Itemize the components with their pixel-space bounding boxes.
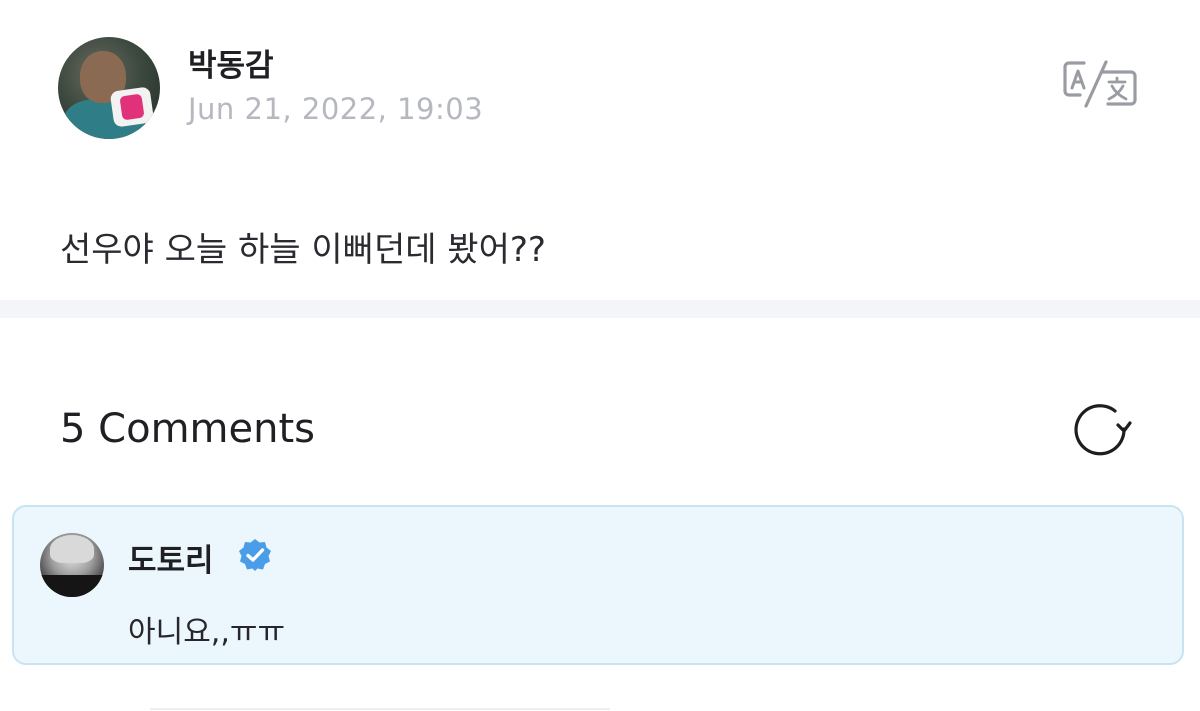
translate-button[interactable] <box>1062 58 1142 110</box>
comment-avatar[interactable] <box>40 533 104 597</box>
next-comment-divider <box>150 708 610 710</box>
author-name[interactable]: 박동감 <box>188 40 274 85</box>
author-avatar[interactable] <box>58 37 160 139</box>
comment-text: 아니요,,ㅠㅠ <box>128 615 286 650</box>
comments-count: 5 Comments <box>60 406 315 452</box>
translate-icon <box>1063 60 1137 108</box>
avatar-sticker <box>109 86 155 128</box>
avatar-coat <box>40 575 104 597</box>
post-header: 박동감 Jun 21, 2022, 19:03 <box>0 0 1200 170</box>
comment-author-name[interactable]: 도토리 <box>128 535 214 580</box>
post-timestamp: Jun 21, 2022, 19:03 <box>188 92 484 126</box>
post-body-text: 선우야 오늘 하늘 이뻐던데 봤어?? <box>60 230 546 270</box>
refresh-icon <box>1074 404 1132 456</box>
verified-badge-icon <box>239 539 271 571</box>
comment-card-highlighted[interactable]: 도토리 아니요,,ㅠㅠ <box>12 505 1184 665</box>
section-divider <box>0 300 1200 318</box>
avatar-hair <box>50 535 94 563</box>
refresh-button[interactable] <box>1072 403 1132 459</box>
